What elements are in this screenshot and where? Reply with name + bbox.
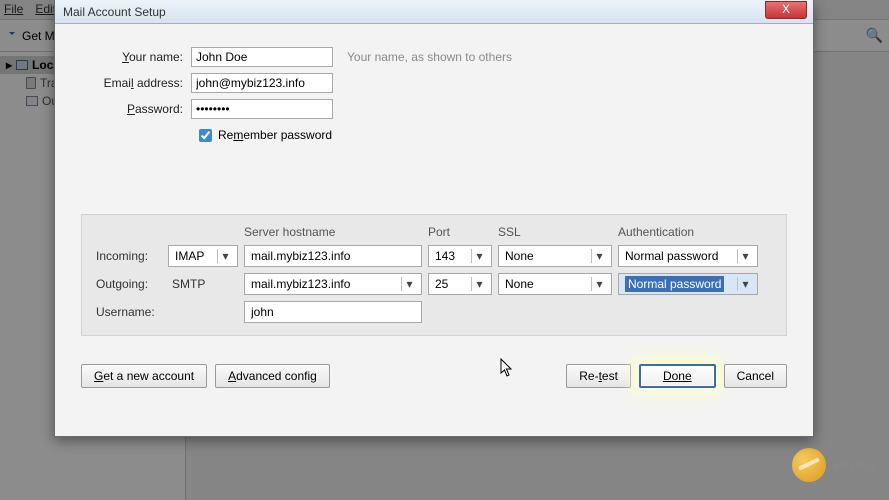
get-new-account-button[interactable]: Get a new account bbox=[81, 364, 207, 388]
remember-checkbox-input[interactable] bbox=[199, 129, 212, 142]
watermark-icon bbox=[792, 448, 826, 482]
close-button[interactable]: X bbox=[765, 1, 807, 19]
header-port: Port bbox=[428, 225, 492, 239]
retest-button[interactable]: Re-test bbox=[566, 364, 631, 388]
outgoing-auth-select[interactable]: Normal password▾ bbox=[618, 273, 758, 295]
cancel-button[interactable]: Cancel bbox=[724, 364, 787, 388]
incoming-ssl-select[interactable]: None▾ bbox=[498, 245, 612, 267]
name-hint: Your name, as shown to others bbox=[347, 50, 512, 64]
chevron-down-icon: ▾ bbox=[591, 249, 607, 263]
chevron-down-icon: ▾ bbox=[471, 277, 487, 291]
password-input[interactable] bbox=[191, 99, 333, 119]
email-label: Email address: bbox=[81, 76, 191, 90]
advanced-config-button[interactable]: Advanced config bbox=[215, 364, 330, 388]
dialog-title: Mail Account Setup bbox=[63, 5, 166, 19]
remember-password-checkbox[interactable]: Remember password bbox=[199, 128, 332, 142]
header-auth: Authentication bbox=[618, 225, 758, 239]
incoming-label: Incoming: bbox=[92, 249, 162, 263]
name-label: Your name: bbox=[81, 50, 191, 64]
done-button[interactable]: Done bbox=[639, 364, 716, 388]
server-settings-panel: Server hostname Port SSL Authentication … bbox=[81, 214, 787, 336]
incoming-type-select[interactable]: IMAP▾ bbox=[168, 245, 238, 267]
chevron-down-icon: ▾ bbox=[471, 249, 487, 263]
dialog-titlebar: Mail Account Setup X bbox=[55, 0, 813, 24]
header-ssl: SSL bbox=[498, 225, 612, 239]
username-input[interactable] bbox=[244, 301, 422, 323]
outgoing-host-select[interactable]: mail.mybiz123.info▾ bbox=[244, 273, 422, 295]
chevron-down-icon: ▾ bbox=[591, 277, 607, 291]
chevron-down-icon: ▾ bbox=[401, 277, 417, 291]
incoming-auth-select[interactable]: Normal password▾ bbox=[618, 245, 758, 267]
password-label: Password: bbox=[81, 102, 191, 116]
username-label: Username: bbox=[92, 305, 162, 319]
watermark: FastCo bbox=[792, 448, 875, 482]
outgoing-type: SMTP bbox=[168, 277, 238, 291]
outgoing-port-select[interactable]: 25▾ bbox=[428, 273, 492, 295]
outgoing-ssl-select[interactable]: None▾ bbox=[498, 273, 612, 295]
header-host: Server hostname bbox=[244, 225, 422, 239]
chevron-down-icon: ▾ bbox=[737, 277, 753, 291]
email-input[interactable] bbox=[191, 73, 333, 93]
chevron-down-icon: ▾ bbox=[217, 249, 233, 263]
account-setup-dialog: Mail Account Setup X Your name: Your nam… bbox=[54, 0, 814, 437]
outgoing-label: Outgoing: bbox=[92, 277, 162, 291]
incoming-port-select[interactable]: 143▾ bbox=[428, 245, 492, 267]
close-icon: X bbox=[782, 2, 790, 16]
chevron-down-icon: ▾ bbox=[737, 249, 753, 263]
name-input[interactable] bbox=[191, 47, 333, 67]
watermark-text: FastCo bbox=[834, 458, 875, 472]
incoming-host-input[interactable] bbox=[244, 245, 422, 267]
